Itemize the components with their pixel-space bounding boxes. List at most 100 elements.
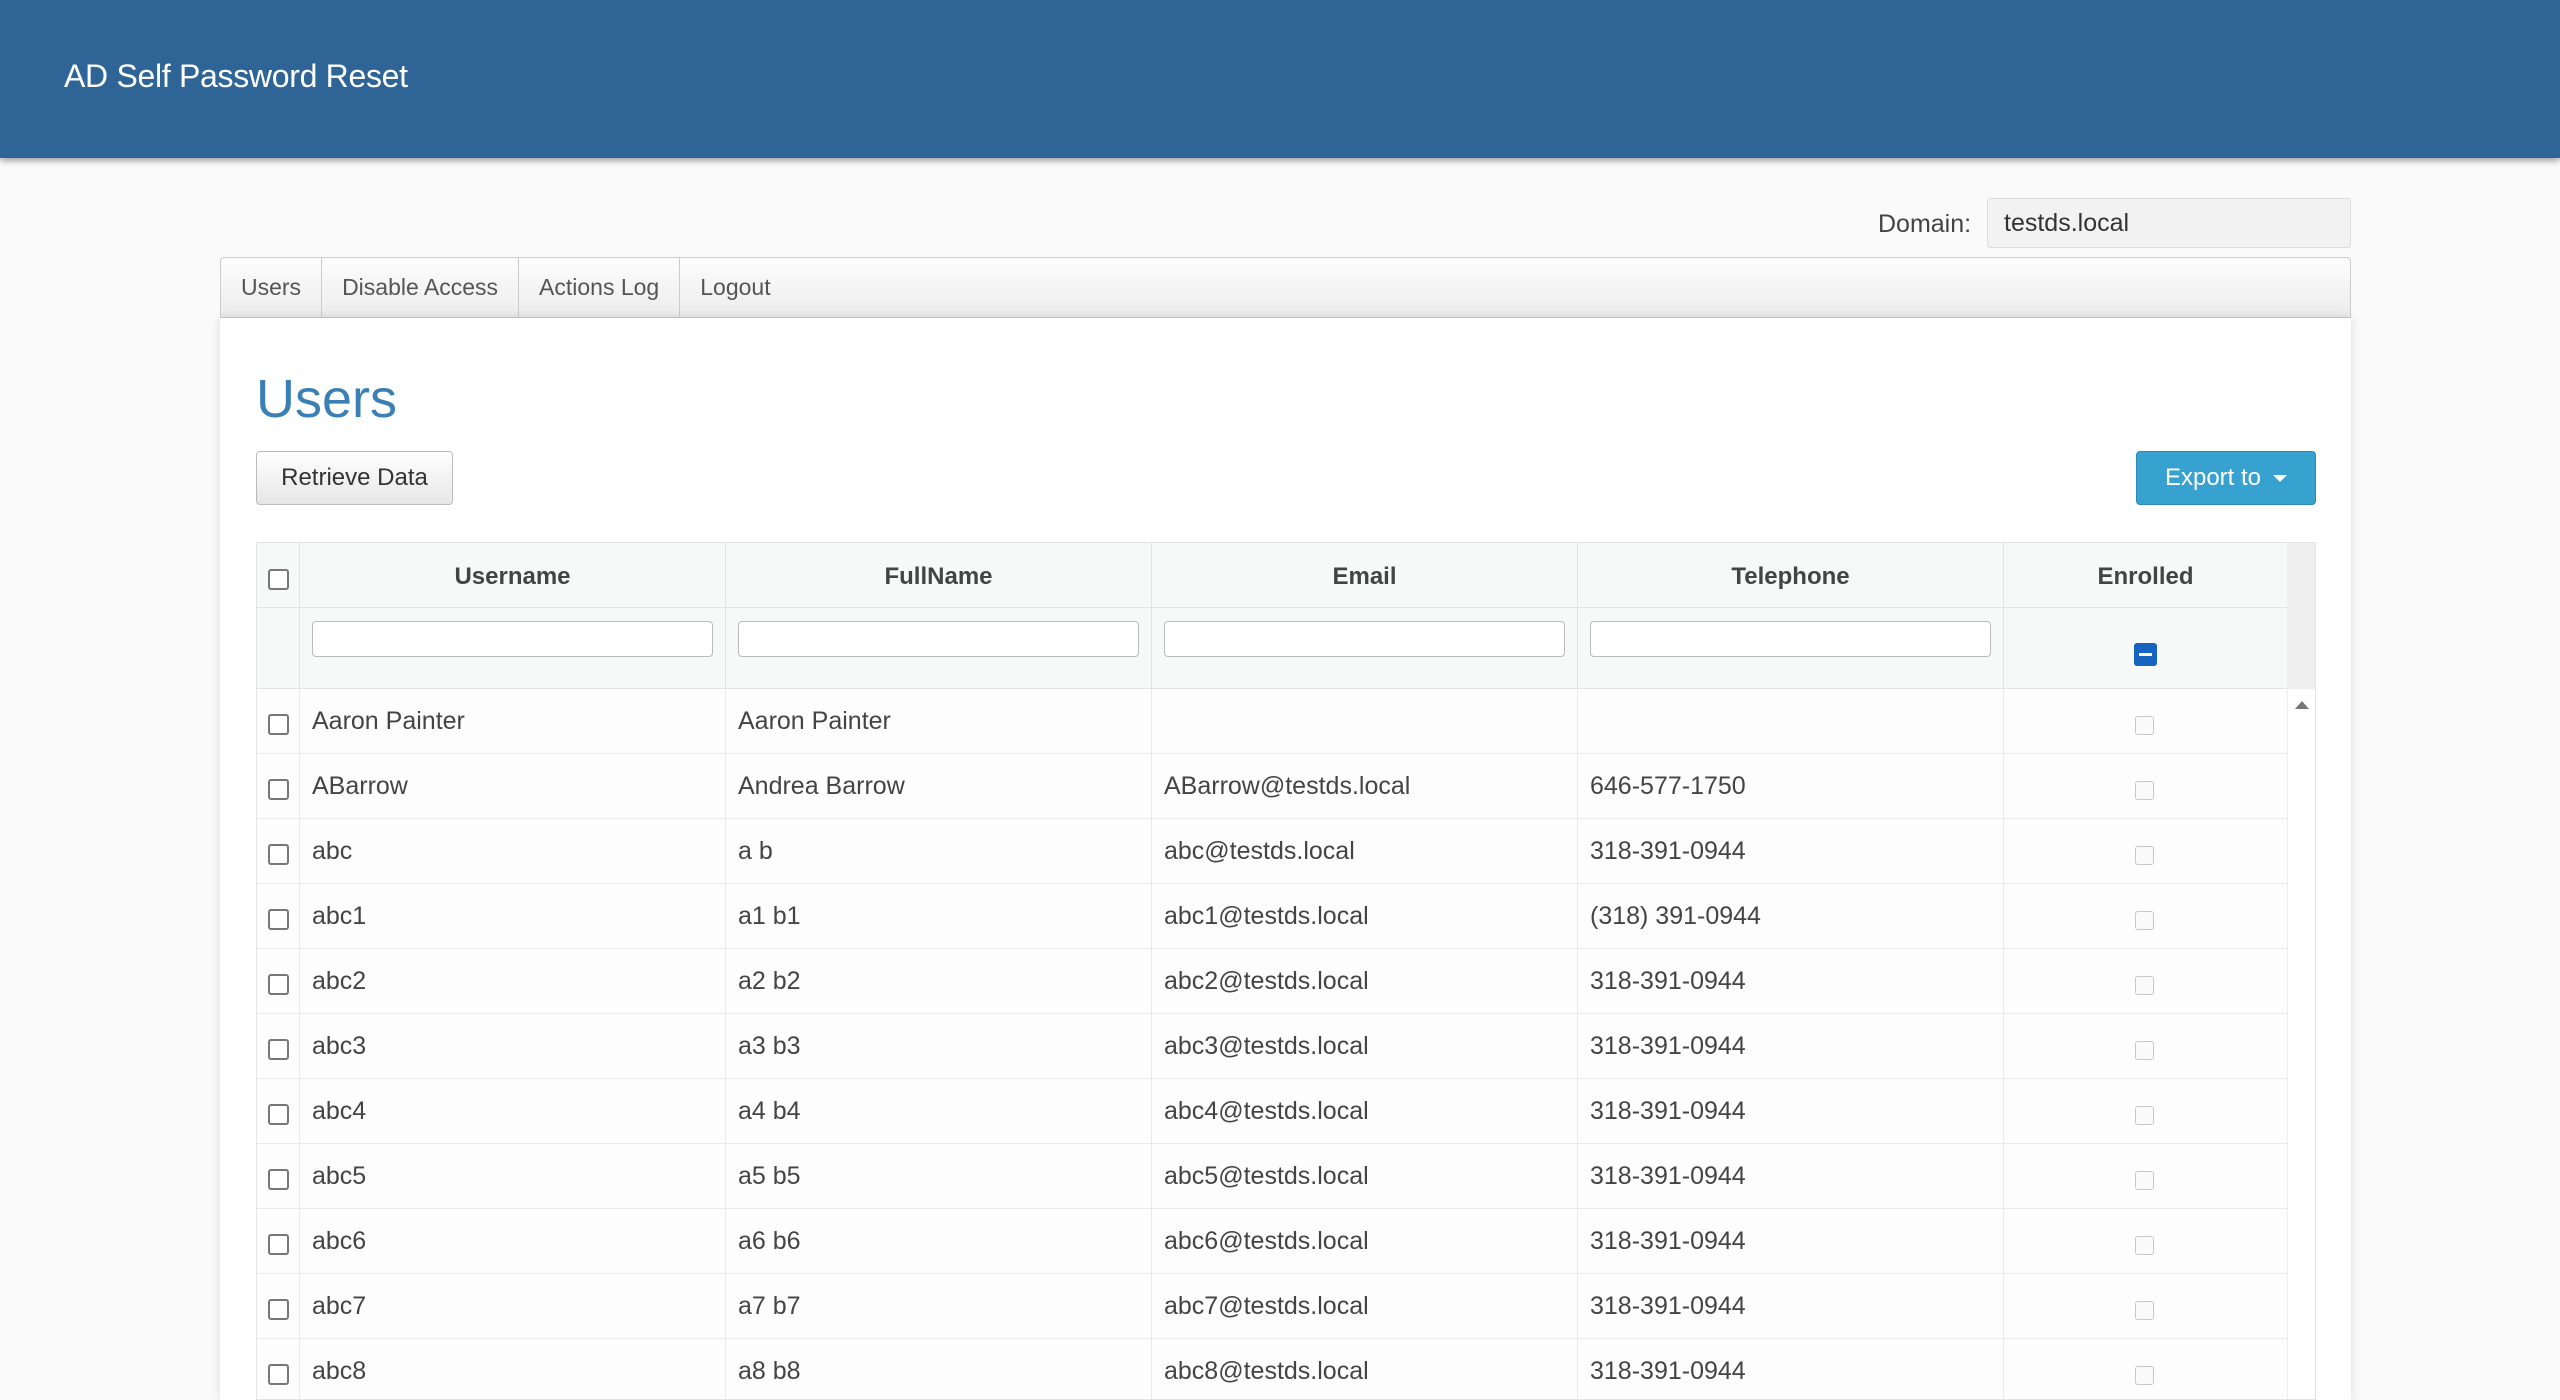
page-title: Users (256, 369, 398, 429)
cell-fullname: Andrea Barrow (726, 754, 1152, 819)
cell-username: abc2 (300, 949, 726, 1014)
domain-label: Domain: (1878, 210, 1972, 238)
table-row[interactable]: abc a b abc@testds.local 318-391-0944 (257, 819, 2287, 884)
cell-email: abc6@testds.local (1152, 1209, 1578, 1274)
cell-enrolled (2004, 1014, 2287, 1079)
column-telephone: Telephone (1578, 543, 2004, 689)
column-header-email[interactable]: Email (1152, 563, 1577, 591)
filter-telephone-input[interactable] (1590, 621, 1991, 657)
column-email: Email (1152, 543, 1578, 689)
enrolled-checkbox (2135, 1301, 2154, 1320)
table-row[interactable]: abc8 a8 b8 abc8@testds.local 318-391-0944 (257, 1339, 2287, 1399)
cell-email: abc1@testds.local (1152, 884, 1578, 949)
table-row[interactable]: abc3 a3 b3 abc3@testds.local 318-391-0944 (257, 1014, 2287, 1079)
row-select-checkbox[interactable] (268, 714, 289, 735)
export-to-button[interactable]: Export to (2136, 451, 2316, 505)
app-title: AD Self Password Reset (64, 58, 408, 94)
cell-fullname: a7 b7 (726, 1274, 1152, 1339)
table-row[interactable]: abc7 a7 b7 abc7@testds.local 318-391-0944 (257, 1274, 2287, 1339)
column-enrolled: Enrolled (2004, 543, 2287, 689)
cell-fullname: a b (726, 819, 1152, 884)
cell-enrolled (2004, 949, 2287, 1014)
cell-enrolled (2004, 689, 2287, 754)
row-select-cell (257, 1079, 300, 1144)
cell-username: abc8 (300, 1339, 726, 1399)
cell-telephone: 318-391-0944 (1578, 1274, 2004, 1339)
column-username: Username (300, 543, 726, 689)
cell-fullname: a6 b6 (726, 1209, 1152, 1274)
scroll-up-icon[interactable] (2295, 701, 2309, 709)
table-row[interactable]: abc4 a4 b4 abc4@testds.local 318-391-0944 (257, 1079, 2287, 1144)
filter-fullname-input[interactable] (738, 621, 1139, 657)
grid-scrollbar[interactable] (2287, 543, 2315, 1399)
column-header-telephone[interactable]: Telephone (1578, 563, 2003, 591)
table-row[interactable]: abc2 a2 b2 abc2@testds.local 318-391-0944 (257, 949, 2287, 1014)
cell-enrolled (2004, 1079, 2287, 1144)
domain-input[interactable] (1987, 198, 2351, 248)
column-header-username[interactable]: Username (300, 563, 725, 591)
column-header-fullname[interactable]: FullName (726, 563, 1151, 591)
column-fullname: FullName (726, 543, 1152, 689)
row-select-cell (257, 1014, 300, 1079)
row-select-checkbox[interactable] (268, 779, 289, 800)
row-select-checkbox[interactable] (268, 844, 289, 865)
enrolled-checkbox (2135, 911, 2154, 930)
cell-email: abc@testds.local (1152, 819, 1578, 884)
row-select-cell (257, 819, 300, 884)
cell-email: abc8@testds.local (1152, 1339, 1578, 1399)
cell-username: Aaron Painter (300, 689, 726, 754)
table-row[interactable]: abc6 a6 b6 abc6@testds.local 318-391-0944 (257, 1209, 2287, 1274)
cell-telephone: 318-391-0944 (1578, 1209, 2004, 1274)
cell-email: ABarrow@testds.local (1152, 754, 1578, 819)
cell-enrolled (2004, 1339, 2287, 1399)
table-row[interactable]: abc1 a1 b1 abc1@testds.local (318) 391-0944 (257, 884, 2287, 949)
scrollbar-header-fill (2288, 543, 2315, 689)
select-all-checkbox[interactable] (268, 569, 289, 590)
row-select-checkbox[interactable] (268, 1104, 289, 1125)
enrolled-checkbox (2135, 781, 2154, 800)
row-select-checkbox[interactable] (268, 1039, 289, 1060)
enrolled-checkbox (2135, 1171, 2154, 1190)
enrolled-checkbox (2135, 1106, 2154, 1125)
filter-username-input[interactable] (312, 621, 713, 657)
row-select-cell (257, 949, 300, 1014)
cell-email: abc4@testds.local (1152, 1079, 1578, 1144)
enrolled-checkbox (2135, 1041, 2154, 1060)
cell-email (1152, 689, 1578, 754)
cell-username: abc4 (300, 1079, 726, 1144)
row-select-checkbox[interactable] (268, 1364, 289, 1385)
tab-users[interactable]: Users (221, 258, 323, 317)
enrolled-checkbox (2135, 846, 2154, 865)
row-select-checkbox[interactable] (268, 1299, 289, 1320)
cell-fullname: a2 b2 (726, 949, 1152, 1014)
cell-username: abc6 (300, 1209, 726, 1274)
row-select-cell (257, 1274, 300, 1339)
tab-disable-access[interactable]: Disable Access (322, 258, 520, 317)
select-column-header (257, 543, 300, 689)
row-select-checkbox[interactable] (268, 1169, 289, 1190)
row-select-checkbox[interactable] (268, 1234, 289, 1255)
row-select-cell (257, 1144, 300, 1209)
cell-telephone: 318-391-0944 (1578, 1014, 2004, 1079)
cell-telephone (1578, 689, 2004, 754)
column-header-enrolled[interactable]: Enrolled (2004, 563, 2287, 591)
cell-email: abc7@testds.local (1152, 1274, 1578, 1339)
tab-logout[interactable]: Logout (680, 258, 790, 317)
cell-enrolled (2004, 1209, 2287, 1274)
users-grid: Username FullName Email Telephone Enroll… (256, 542, 2316, 1400)
tab-actions-log[interactable]: Actions Log (519, 258, 681, 317)
enrolled-filter-checkbox[interactable] (2134, 643, 2157, 666)
enrolled-checkbox (2135, 1366, 2154, 1385)
enrolled-checkbox (2135, 976, 2154, 995)
export-to-label: Export to (2164, 464, 2262, 491)
filter-email-input[interactable] (1164, 621, 1565, 657)
grid-header: Username FullName Email Telephone Enroll… (257, 543, 2287, 689)
table-row[interactable]: ABarrow Andrea Barrow ABarrow@testds.local… (257, 754, 2287, 819)
row-select-checkbox[interactable] (268, 909, 289, 930)
retrieve-data-button[interactable]: Retrieve Data (256, 451, 453, 505)
row-select-checkbox[interactable] (268, 974, 289, 995)
cell-telephone: 318-391-0944 (1578, 1079, 2004, 1144)
cell-telephone: 318-391-0944 (1578, 819, 2004, 884)
table-row[interactable]: Aaron Painter Aaron Painter (257, 689, 2287, 754)
table-row[interactable]: abc5 a5 b5 abc5@testds.local 318-391-0944 (257, 1144, 2287, 1209)
